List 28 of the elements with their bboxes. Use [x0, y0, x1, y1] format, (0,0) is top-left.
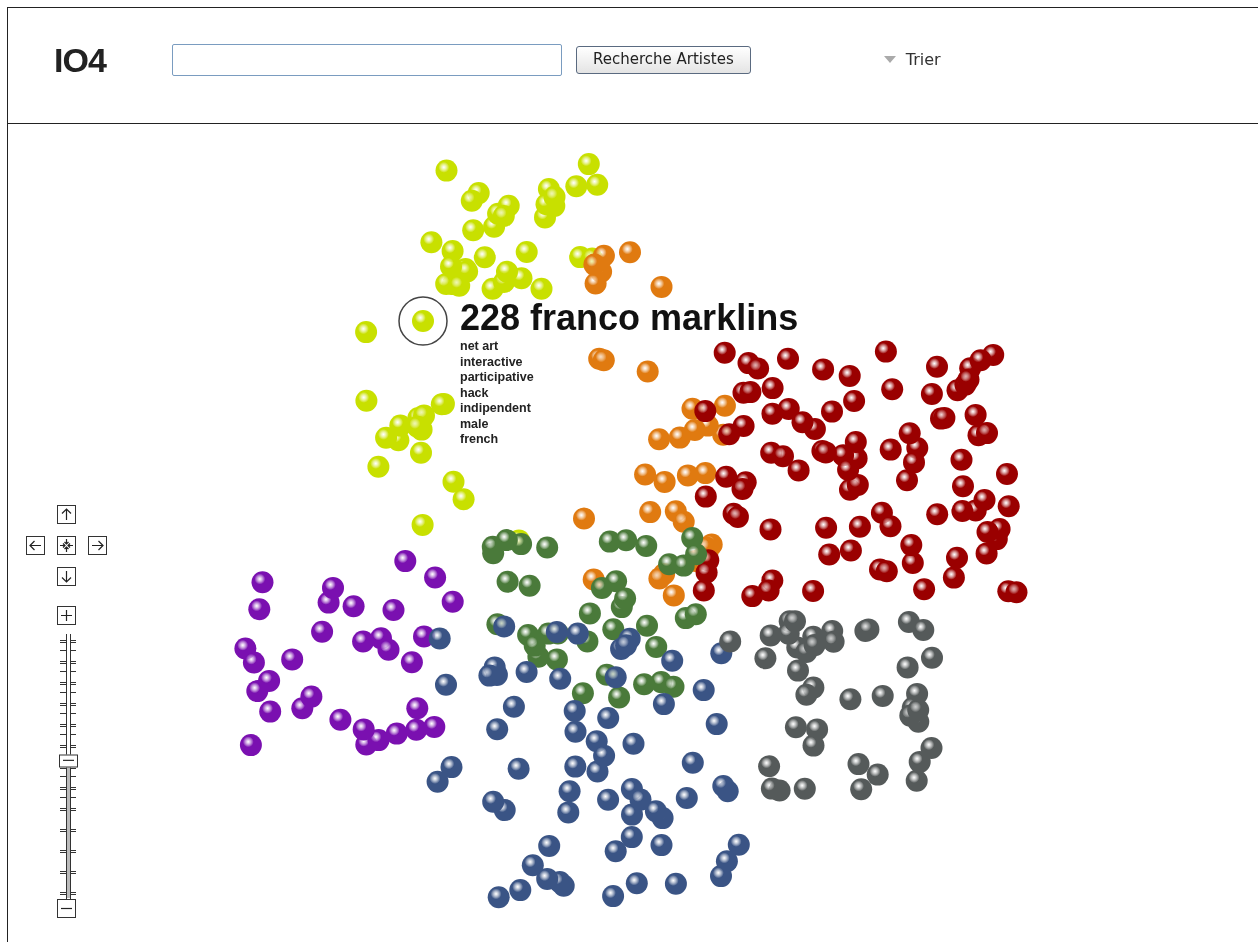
artist-tag: participative: [460, 370, 799, 386]
arrow-right-icon: [91, 539, 104, 552]
slider-thumb[interactable]: [59, 754, 78, 768]
sort-menu[interactable]: Trier: [883, 47, 941, 72]
reset-view-button[interactable]: [57, 536, 76, 555]
zoom-in-button[interactable]: [57, 606, 76, 625]
artist-tag: hack: [460, 385, 799, 401]
pan-up-button[interactable]: [57, 505, 76, 524]
caret-icon: [883, 55, 896, 64]
pan-down-button[interactable]: [57, 567, 76, 586]
artist-tag: indipendent: [460, 401, 799, 417]
artist-name: 228 franco marklins: [460, 300, 799, 336]
logo: IO4: [54, 42, 108, 77]
artist-tag: net art: [460, 339, 799, 355]
search-button[interactable]: Recherche Artistes: [576, 45, 751, 74]
selected-node-marker[interactable]: [398, 296, 448, 346]
arrow-up-icon: [60, 508, 73, 521]
zoom-out-button[interactable]: [57, 899, 76, 918]
artist-tag: male: [460, 416, 799, 432]
pan-right-button[interactable]: [88, 536, 107, 555]
pan-left-button[interactable]: [26, 536, 45, 555]
artist-tag: interactive: [460, 354, 799, 370]
artist-tag: french: [460, 432, 799, 448]
arrow-down-icon: [60, 570, 73, 583]
arrow-left-icon: [29, 539, 42, 552]
plus-icon: [60, 609, 73, 622]
arrows-inward-icon: [60, 539, 73, 552]
search-field[interactable]: [172, 43, 562, 76]
